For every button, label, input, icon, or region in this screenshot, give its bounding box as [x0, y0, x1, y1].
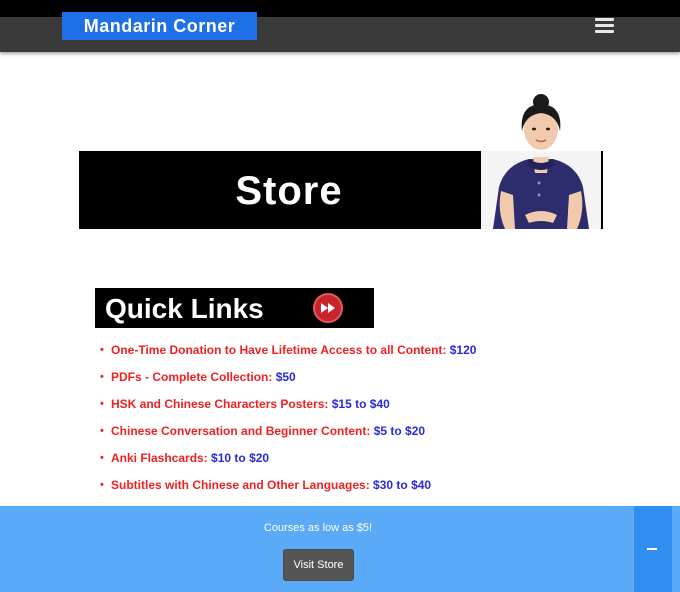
list-item: HSK and Chinese Characters Posters: $15 …: [100, 395, 640, 422]
fast-forward-icon: [313, 293, 343, 323]
link-subtitles[interactable]: Subtitles with Chinese and Other Languag…: [111, 478, 370, 492]
link-lifetime-donation[interactable]: One-Time Donation to Have Lifetime Acces…: [111, 343, 446, 357]
link-pdfs-collection[interactable]: PDFs - Complete Collection:: [111, 370, 272, 384]
list-item: One-Time Donation to Have Lifetime Acces…: [100, 341, 640, 368]
link-anki-flashcards[interactable]: Anki Flashcards:: [111, 451, 208, 465]
hamburger-menu-icon[interactable]: [590, 14, 620, 38]
price-label: $10 to $20: [211, 451, 270, 465]
list-item: Anki Flashcards: $10 to $20: [100, 449, 640, 476]
price-label: $30 to $40: [373, 478, 432, 492]
quick-links-header: Quick Links: [95, 288, 374, 328]
price-label: $50: [275, 370, 296, 384]
menu-bar: [595, 24, 614, 27]
price-label: $5 to $20: [373, 424, 426, 438]
price-label: $15 to $40: [331, 397, 390, 411]
list-item: PDFs - Complete Collection: $50: [100, 368, 640, 395]
price-label: $120: [449, 343, 477, 357]
link-hsk-posters[interactable]: HSK and Chinese Characters Posters:: [111, 397, 328, 411]
store-banner: Store: [79, 94, 603, 229]
promo-bar: Courses as low as $5! Visit Store: [0, 506, 680, 592]
link-conversation-content[interactable]: Chinese Conversation and Beginner Conten…: [111, 424, 370, 438]
list-item: Subtitles with Chinese and Other Languag…: [100, 476, 640, 503]
menu-bar: [595, 30, 614, 33]
site-logo[interactable]: Mandarin Corner: [62, 12, 257, 40]
quick-links-list: One-Time Donation to Have Lifetime Acces…: [100, 341, 640, 503]
list-item: Chinese Conversation and Beginner Conten…: [100, 422, 640, 449]
promo-text: Courses as low as $5!: [263, 522, 373, 534]
collapse-promo-button[interactable]: [634, 506, 672, 592]
page-title: Store: [235, 169, 343, 213]
quick-links-title: Quick Links: [105, 293, 264, 324]
visit-store-button[interactable]: Visit Store: [283, 549, 354, 581]
menu-bar: [595, 18, 614, 21]
presenter-image: [481, 94, 601, 229]
minus-icon: [647, 548, 657, 550]
